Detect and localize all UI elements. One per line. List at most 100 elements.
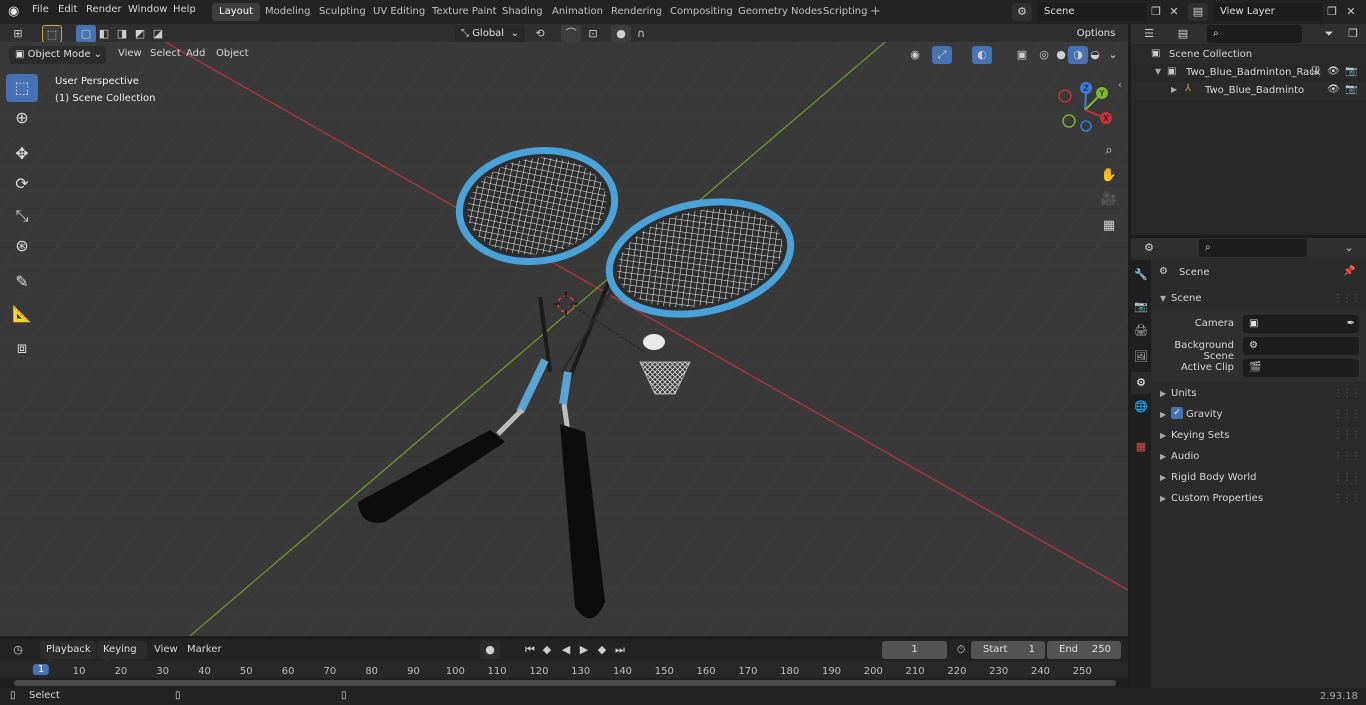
play-icon[interactable]: ▶ bbox=[574, 641, 594, 659]
keying-menu[interactable]: Keying ⌄ bbox=[97, 641, 147, 666]
end-frame-field[interactable]: End 250 bbox=[1047, 641, 1121, 659]
custom-properties-panel[interactable]: ▶ Custom Properties ⋮⋮⋮ bbox=[1152, 490, 1366, 510]
render-tab-icon[interactable]: 📷 bbox=[1131, 296, 1151, 318]
camera-icon[interactable]: 📷 bbox=[1345, 84, 1357, 95]
viewport-menu-object[interactable]: Object bbox=[216, 48, 249, 59]
outliner-row-collection[interactable]: ▼ ▣ Two_Blue_Badminton_Racket ☑ 👁 📷 bbox=[1131, 64, 1366, 82]
falloff-icon[interactable]: ∩ bbox=[631, 25, 651, 43]
drag-grip-icon[interactable]: ⋮⋮⋮ bbox=[1333, 451, 1361, 462]
record-icon[interactable]: ● bbox=[480, 641, 500, 659]
tab-geometry-nodes[interactable]: Geometry Nodes bbox=[731, 3, 829, 21]
scrollbar-thumb[interactable] bbox=[14, 680, 1116, 686]
gizmo-toggle-icon[interactable]: ⤢ bbox=[932, 46, 952, 64]
mode-intersect-icon[interactable]: ◪ bbox=[148, 25, 168, 43]
options-button[interactable]: Options ⌄ bbox=[1068, 25, 1124, 50]
tab-sculpting[interactable]: Sculpting bbox=[312, 3, 373, 21]
viewport-menu-add[interactable]: Add bbox=[186, 48, 205, 59]
texture-tab-icon[interactable]: ▦ bbox=[1131, 436, 1151, 458]
view-layer-tab-icon[interactable]: 🖼 bbox=[1131, 346, 1151, 368]
outliner-search-input[interactable]: ⌕ bbox=[1207, 25, 1302, 43]
shading-rendered-icon[interactable]: ◒ bbox=[1085, 46, 1105, 64]
tab-compositing[interactable]: Compositing bbox=[663, 3, 740, 21]
tab-modeling[interactable]: Modeling bbox=[258, 3, 318, 21]
timeline-editor-icon[interactable]: ◷ bbox=[8, 641, 28, 659]
expand-right-icon[interactable]: ▶ bbox=[1171, 85, 1177, 94]
tab-layout[interactable]: Layout bbox=[212, 3, 260, 21]
blender-logo-icon[interactable]: ◉ bbox=[8, 4, 19, 19]
scene-tab-icon[interactable]: ⚙ bbox=[1131, 372, 1151, 394]
background-scene-field[interactable]: ⚙ bbox=[1243, 337, 1359, 355]
pin-icon[interactable]: 📌 bbox=[1343, 266, 1355, 277]
menu-file[interactable]: File bbox=[32, 4, 49, 15]
tab-scripting[interactable]: Scripting bbox=[816, 3, 874, 21]
next-keyframe-icon[interactable]: ◆ bbox=[592, 641, 612, 659]
snap-icon[interactable]: ⌒ bbox=[561, 25, 581, 43]
object-mode-select[interactable]: ▣ Object Mode ⌄ bbox=[9, 46, 106, 64]
snap-target-icon[interactable]: ⊡ bbox=[583, 25, 603, 43]
scale-tool-icon[interactable]: ⤡ bbox=[6, 202, 38, 230]
start-frame-field[interactable]: Start 1 bbox=[971, 641, 1045, 659]
tab-shading[interactable]: Shading bbox=[495, 3, 550, 21]
timeline-menu-marker[interactable]: Marker bbox=[187, 644, 222, 655]
mode-extend-icon[interactable]: ◧ bbox=[94, 25, 114, 43]
scene-panel-header[interactable]: ▼ Scene ⋮⋮⋮ bbox=[1152, 290, 1366, 310]
outliner-editor-icon[interactable]: ☰ bbox=[1139, 25, 1159, 43]
sidebar-toggle-icon[interactable]: ‹ bbox=[1118, 80, 1122, 91]
tab-animation[interactable]: Animation bbox=[545, 3, 610, 21]
playback-menu[interactable]: Playback ⌄ bbox=[40, 641, 96, 666]
current-frame-field[interactable]: 1 bbox=[882, 641, 947, 659]
outliner-row-object[interactable]: ▶ ⅄ Two_Blue_Badminton_Ra 👁 📷 bbox=[1131, 82, 1366, 100]
properties-editor-icon[interactable]: ⚙ bbox=[1139, 239, 1159, 257]
3d-viewport[interactable]: Z Y X bbox=[0, 42, 1128, 636]
timeline-menu-view[interactable]: View bbox=[154, 644, 178, 655]
drag-grip-icon[interactable]: ⋮⋮⋮ bbox=[1333, 293, 1361, 304]
close-scene-icon[interactable]: ✕ bbox=[1164, 3, 1184, 21]
mode-invert-icon[interactable]: ◩ bbox=[130, 25, 150, 43]
properties-search-input[interactable]: ⌕ bbox=[1199, 239, 1307, 257]
view-layer-input[interactable]: View Layer bbox=[1214, 3, 1322, 21]
mode-new-icon[interactable]: ▢ bbox=[76, 25, 96, 43]
menu-window[interactable]: Window bbox=[128, 4, 167, 15]
camera-icon[interactable]: 📷 bbox=[1345, 66, 1357, 77]
rotate-tool-icon[interactable]: ⟳ bbox=[6, 170, 38, 198]
eye-icon[interactable]: 👁 bbox=[1327, 66, 1340, 77]
world-tab-icon[interactable]: 🌐 bbox=[1131, 396, 1151, 418]
tab-texture-paint[interactable]: Texture Paint bbox=[425, 3, 504, 21]
viewport-menu-view[interactable]: View bbox=[118, 48, 142, 59]
scene-input[interactable]: Scene bbox=[1038, 3, 1146, 21]
editor-type-icon[interactable]: ⊞ bbox=[8, 25, 28, 43]
transform-tool-icon[interactable]: ⊛ bbox=[6, 232, 38, 260]
copy-view-layer-icon[interactable]: ❐ bbox=[1322, 3, 1342, 21]
tool-tab-icon[interactable]: 🔧 bbox=[1131, 264, 1151, 286]
rigid-body-world-panel[interactable]: ▶ Rigid Body World ⋮⋮⋮ bbox=[1152, 469, 1366, 489]
shading-options-icon[interactable]: ⌄ bbox=[1103, 46, 1123, 64]
properties-options-icon[interactable]: ⌄ bbox=[1339, 239, 1359, 257]
cursor-tool-icon[interactable]: ⊕ bbox=[6, 104, 38, 132]
add-workspace-icon[interactable]: + bbox=[870, 4, 881, 19]
drag-grip-icon[interactable]: ⋮⋮⋮ bbox=[1333, 409, 1361, 420]
close-view-layer-icon[interactable]: ✕ bbox=[1341, 3, 1361, 21]
move-tool-icon[interactable]: ✥ bbox=[6, 140, 38, 168]
display-mode-icon[interactable]: ▤ bbox=[1173, 25, 1193, 43]
transform-orientation-select[interactable]: ⤡ Global ⌄ bbox=[455, 25, 525, 43]
pan-hand-icon[interactable]: ✋ bbox=[1097, 165, 1121, 187]
select-box-icon[interactable]: ⬚ bbox=[42, 25, 62, 43]
menu-edit[interactable]: Edit bbox=[58, 4, 77, 15]
zoom-icon[interactable]: ⌕ bbox=[1097, 140, 1121, 162]
visibility-icon[interactable]: ◉ bbox=[905, 46, 925, 64]
menu-render[interactable]: Render bbox=[86, 4, 122, 15]
timeline-scrollbar[interactable] bbox=[0, 678, 1128, 688]
audio-panel[interactable]: ▶ Audio ⋮⋮⋮ bbox=[1152, 448, 1366, 468]
stopwatch-icon[interactable]: ⏱ bbox=[951, 641, 971, 659]
outliner-row-root[interactable]: ▣ Scene Collection bbox=[1131, 46, 1366, 64]
copy-scene-icon[interactable]: ❐ bbox=[1146, 3, 1166, 21]
camera-view-icon[interactable]: 🎥 bbox=[1097, 189, 1121, 211]
scene-icon[interactable]: ⚙ bbox=[1012, 3, 1032, 21]
tab-uv-editing[interactable]: UV Editing bbox=[366, 3, 432, 21]
drag-grip-icon[interactable]: ⋮⋮⋮ bbox=[1333, 430, 1361, 441]
gravity-checkbox[interactable]: ✓ bbox=[1171, 407, 1183, 419]
mode-subtract-icon[interactable]: ◨ bbox=[112, 25, 132, 43]
pivot-point-icon[interactable]: ⟲ bbox=[530, 25, 550, 43]
menu-help[interactable]: Help bbox=[173, 4, 196, 15]
gravity-panel[interactable]: ▶ ✓ Gravity ⋮⋮⋮ bbox=[1152, 406, 1366, 426]
